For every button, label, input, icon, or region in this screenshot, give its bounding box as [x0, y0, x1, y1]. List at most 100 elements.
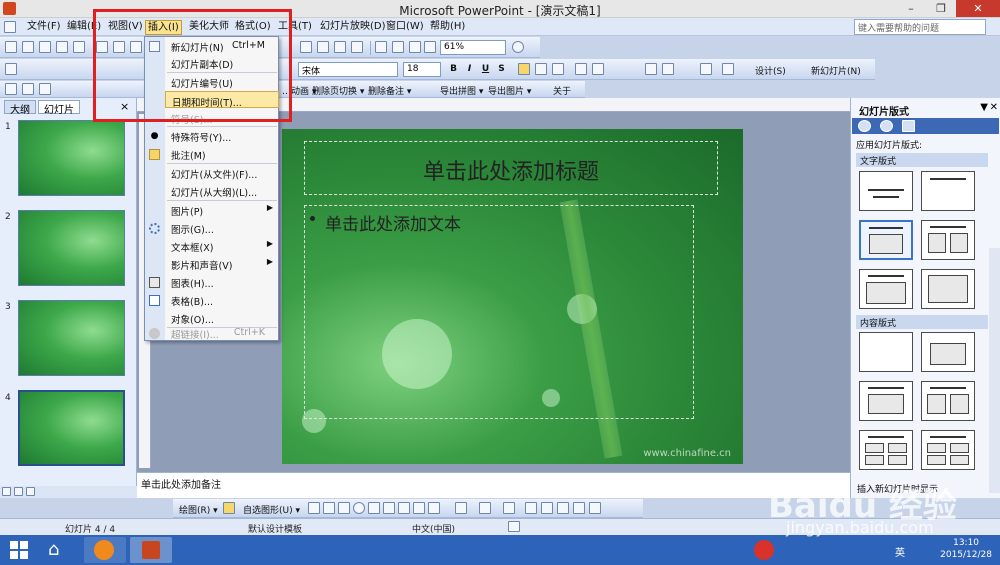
home-icon[interactable]: ⌂: [48, 539, 70, 560]
color-grayscale-icon[interactable]: [424, 41, 436, 53]
menu-item-diagram[interactable]: 图示(G)...: [165, 219, 279, 236]
slide-thumbnail-1[interactable]: [18, 120, 125, 196]
arrow-icon[interactable]: [323, 502, 335, 514]
diagram-icon[interactable]: [398, 502, 410, 514]
increase-font-icon[interactable]: [645, 63, 657, 75]
save-icon[interactable]: [39, 41, 51, 53]
line-color-icon[interactable]: [479, 502, 491, 514]
indent-icon[interactable]: [700, 63, 712, 75]
body-placeholder[interactable]: 单击此处添加文本: [304, 205, 694, 419]
menu-item-table[interactable]: 表格(B)...: [165, 291, 279, 308]
slide-canvas[interactable]: 单击此处添加标题 单击此处添加文本 www.chinafine.cn: [282, 129, 743, 464]
menu-item-textbox[interactable]: 文本框(X) ▶: [165, 237, 279, 254]
3d-style-icon[interactable]: [589, 502, 601, 514]
layout-title-slide[interactable]: [859, 171, 913, 211]
help-search-input[interactable]: 键入需要帮助的问题: [854, 19, 986, 35]
insert-chart-icon[interactable]: [300, 41, 312, 53]
browser-app-icon[interactable]: [84, 537, 126, 563]
help-icon[interactable]: [512, 41, 524, 53]
notes-pane[interactable]: 单击此处添加备注: [137, 472, 850, 498]
menu-help[interactable]: 帮助(H): [428, 20, 467, 35]
about-button[interactable]: 关于: [553, 84, 571, 97]
menu-item-hyperlink[interactable]: 超链接(I)... Ctrl+K: [165, 324, 279, 341]
back-icon[interactable]: [858, 120, 871, 132]
layout-title-four-content[interactable]: [859, 430, 913, 470]
layout-vertical-text[interactable]: [859, 269, 913, 309]
menu-item-slides-from-file[interactable]: 幻灯片(从文件)(F)...: [165, 164, 279, 181]
plugin-icon-2[interactable]: [22, 83, 34, 95]
layout-two-column[interactable]: [921, 220, 975, 260]
task-pane-scrollbar[interactable]: [989, 248, 1000, 493]
oval-icon[interactable]: [353, 502, 365, 514]
restore-button[interactable]: ❐: [926, 0, 956, 17]
font-color-icon[interactable]: [503, 502, 515, 514]
select-pointer-icon[interactable]: [223, 502, 235, 514]
italic-button[interactable]: I: [463, 63, 476, 76]
decrease-font-icon[interactable]: [662, 63, 674, 75]
tab-slides[interactable]: 幻灯片: [38, 100, 80, 116]
app-menu-icon[interactable]: [4, 21, 16, 33]
rectangle-icon[interactable]: [338, 502, 350, 514]
delete-notes-button[interactable]: 删除备注 ▾: [368, 84, 411, 97]
menu-item-comment[interactable]: 批注(M): [165, 145, 279, 162]
underline-button[interactable]: U: [479, 63, 492, 76]
layout-title-text[interactable]: [859, 220, 913, 260]
clock[interactable]: 13:10 2015/12/28: [940, 537, 992, 561]
expand-icon[interactable]: [392, 41, 404, 53]
autoshape-button[interactable]: 自选图形(U) ▾: [243, 503, 300, 516]
font-select[interactable]: 宋体: [298, 62, 398, 77]
export-puzzle-button[interactable]: 导出拼图 ▾: [440, 84, 483, 97]
layout-title-two-content[interactable]: [921, 381, 975, 421]
minimize-button[interactable]: –: [896, 0, 926, 17]
tab-outline[interactable]: 大纲: [4, 100, 36, 116]
layout-content[interactable]: [921, 332, 975, 372]
menu-item-movies-sounds[interactable]: 影片和声音(V) ▶: [165, 255, 279, 272]
hyperlink-icon[interactable]: [375, 41, 387, 53]
menu-file[interactable]: 文件(F): [25, 20, 63, 35]
wordart-icon[interactable]: [383, 502, 395, 514]
menu-window[interactable]: 窗口(W): [384, 20, 426, 35]
ime-indicator[interactable]: 英: [895, 544, 905, 559]
normal-view-icon[interactable]: [2, 487, 11, 496]
layout-blank[interactable]: [859, 332, 913, 372]
menu-item-special-symbol[interactable]: 特殊符号(Y)...: [165, 127, 279, 144]
font-size-select[interactable]: 18: [403, 62, 441, 77]
title-placeholder[interactable]: 单击此处添加标题: [304, 141, 718, 195]
insert-diagram-icon[interactable]: [351, 41, 363, 53]
align-right-icon[interactable]: [552, 63, 564, 75]
close-icon[interactable]: ✕: [990, 102, 998, 113]
shadow-button[interactable]: S: [495, 63, 508, 76]
email-icon[interactable]: [73, 41, 85, 53]
zoom-select[interactable]: 61%: [440, 40, 506, 55]
insert-table-icon[interactable]: [317, 41, 329, 53]
menu-item-slides-from-outline[interactable]: 幻灯片(从大纲)(L)...: [165, 182, 279, 199]
dash-style-icon[interactable]: [541, 502, 553, 514]
slide-thumbnail-4[interactable]: [18, 390, 125, 466]
open-icon[interactable]: [22, 41, 34, 53]
insert-picture-icon[interactable]: [334, 41, 346, 53]
menu-item-picture[interactable]: 图片(P) ▶: [165, 201, 279, 218]
plugin-icon-1[interactable]: [5, 83, 17, 95]
menu-slideshow[interactable]: 幻灯片放映(D): [318, 20, 388, 35]
slideshow-view-icon[interactable]: [26, 487, 35, 496]
powerpoint-app-icon[interactable]: [130, 537, 172, 563]
layout-title-content[interactable]: [859, 381, 913, 421]
numbering-icon[interactable]: [575, 63, 587, 75]
textbox-icon[interactable]: [368, 502, 380, 514]
layout-title-four-content-2[interactable]: [921, 430, 975, 470]
delete-transition-button[interactable]: 删除页切换 ▾: [312, 84, 364, 97]
layout-icon[interactable]: [5, 63, 17, 75]
font-color-icon[interactable]: [722, 63, 734, 75]
line-icon[interactable]: [308, 502, 320, 514]
new-icon[interactable]: [5, 41, 17, 53]
sorter-view-icon[interactable]: [14, 487, 23, 496]
clipart-icon[interactable]: [413, 502, 425, 514]
plugin-icon-3[interactable]: [39, 83, 51, 95]
menu-item-chart[interactable]: 图表(H)...: [165, 273, 279, 290]
slide-thumbnail-2[interactable]: [18, 210, 125, 286]
grid-icon[interactable]: [409, 41, 421, 53]
bold-button[interactable]: B: [447, 63, 460, 76]
forward-icon[interactable]: [880, 120, 893, 132]
design-button[interactable]: 设计(S): [755, 64, 786, 77]
spellcheck-icon[interactable]: [508, 521, 520, 532]
